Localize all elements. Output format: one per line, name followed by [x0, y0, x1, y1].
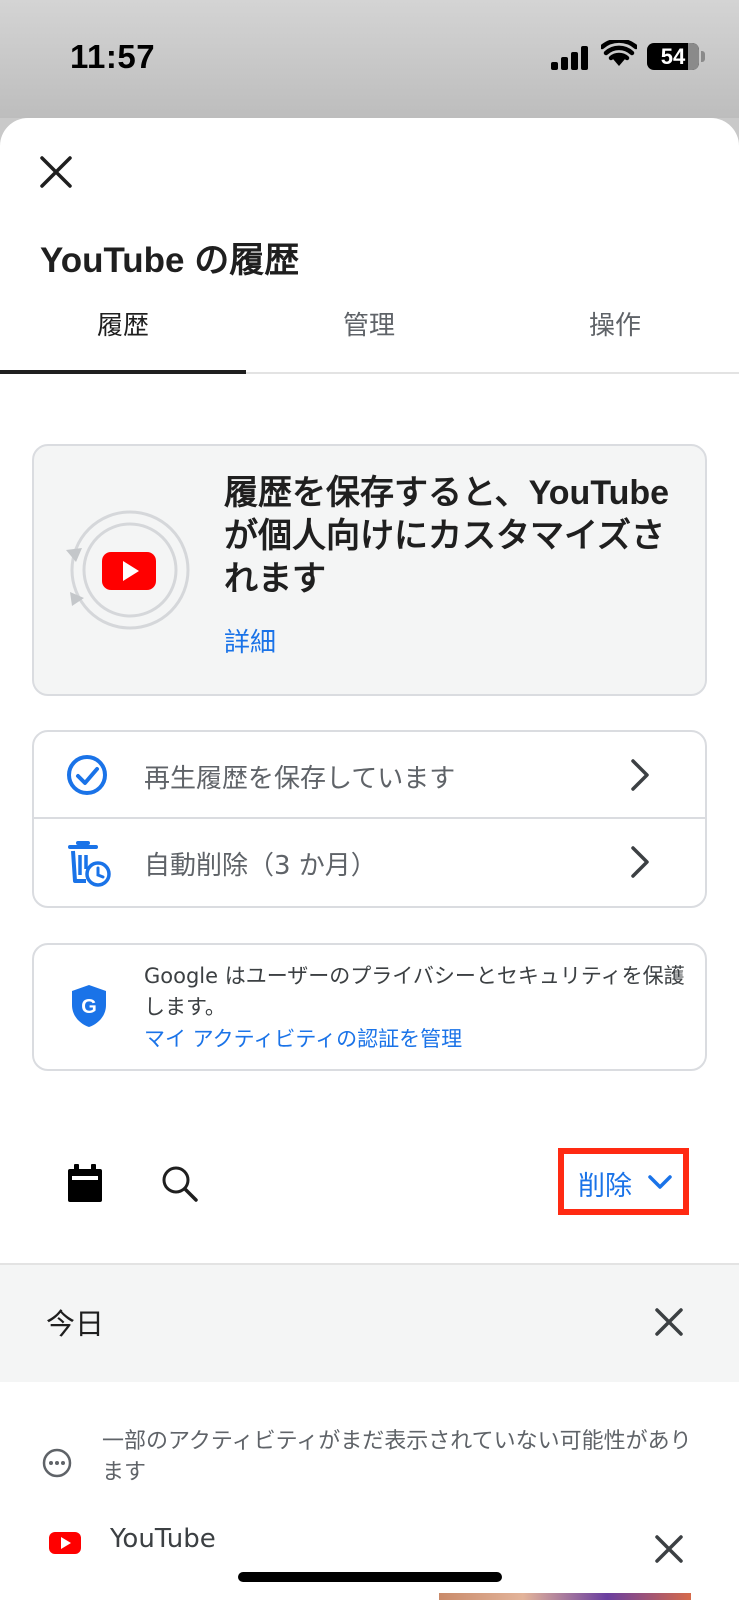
day-label: 今日 — [46, 1307, 105, 1341]
chevron-right-icon — [631, 759, 649, 791]
delete-dropdown-button[interactable]: 削除 — [558, 1148, 689, 1215]
tab-bar: 履歴 管理 操作 — [0, 298, 739, 374]
page-title: YouTube の履歴 — [40, 241, 300, 280]
delete-label: 削除 — [578, 1171, 632, 1202]
status-bar: 11:57 54 — [0, 0, 739, 118]
google-shield-icon: G — [72, 985, 106, 1027]
chevron-right-icon — [631, 846, 649, 878]
history-item-source: YouTube — [110, 1524, 216, 1554]
check-circle-icon — [67, 755, 107, 795]
home-indicator — [238, 1572, 502, 1582]
search-icon[interactable] — [160, 1164, 200, 1204]
pending-activity-notice: 一部のアクティビティがまだ表示されていない可能性があります — [102, 1429, 692, 1485]
history-saving-label: 再生履歴を保存しています — [144, 764, 456, 794]
active-tab-indicator — [0, 370, 246, 374]
svg-text:G: G — [81, 996, 97, 1018]
delete-day-close-icon[interactable] — [652, 1305, 686, 1339]
auto-delete-icon — [68, 841, 111, 887]
day-group-header: 今日 — [0, 1265, 739, 1382]
history-promo-card: 履歴を保存すると、YouTube が個人向けにカスタマイズされます 詳細 — [32, 444, 707, 696]
status-time: 11:57 — [70, 38, 156, 75]
more-horizontal-circle-icon — [42, 1448, 72, 1478]
tab-actions[interactable]: 操作 — [492, 298, 738, 374]
promo-learn-more-link[interactable]: 詳細 — [224, 622, 276, 659]
tab-manage[interactable]: 管理 — [246, 298, 492, 374]
cellular-signal-icon — [551, 46, 588, 70]
tab-history[interactable]: 履歴 — [0, 298, 246, 374]
close-icon[interactable] — [36, 152, 76, 192]
privacy-card: G Google はユーザーのプライバシーとセキュリティを保護します。 マイ ア… — [32, 943, 707, 1071]
calendar-icon[interactable] — [66, 1164, 104, 1204]
delete-item-close-icon[interactable] — [652, 1532, 686, 1566]
history-settings-card: 再生履歴を保存しています 自動削除（3 か月） — [32, 730, 707, 908]
auto-delete-row[interactable]: 自動削除（3 か月） — [34, 819, 705, 906]
promo-title: 履歴を保存すると、YouTube が個人向けにカスタマイズされます — [224, 474, 670, 598]
history-saving-row[interactable]: 再生履歴を保存しています — [34, 732, 705, 819]
history-sheet: YouTube の履歴 履歴 管理 操作 履歴を保存すると、YouTube が個… — [0, 118, 739, 1600]
video-thumbnail[interactable] — [439, 1593, 691, 1600]
battery-icon: 54 — [647, 43, 699, 70]
manage-verification-link[interactable]: マイ アクティビティの認証を管理 — [144, 1023, 462, 1053]
chevron-down-icon — [648, 1175, 672, 1189]
auto-delete-label: 自動削除（3 か月） — [144, 851, 377, 881]
wifi-icon — [601, 40, 637, 66]
battery-level: 54 — [660, 44, 686, 69]
youtube-logo-icon — [49, 1532, 81, 1554]
youtube-history-illustration — [66, 510, 190, 630]
privacy-statement: Google はユーザーのプライバシーとセキュリティを保護します。 — [144, 964, 685, 1019]
